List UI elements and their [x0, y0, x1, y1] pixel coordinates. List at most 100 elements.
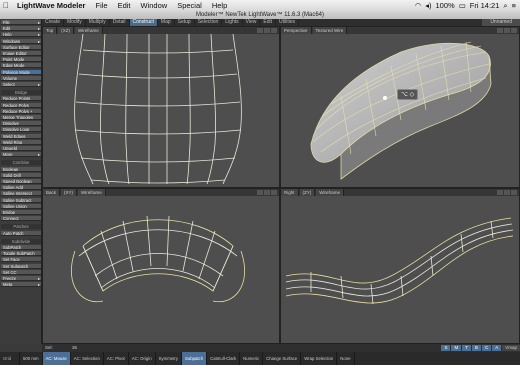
view-select[interactable]: Perspective: [281, 27, 312, 34]
sidebar-button-set-face[interactable]: Set Face: [1, 257, 41, 263]
tab-map[interactable]: Map: [158, 19, 175, 26]
sidebar-button-weld-ring[interactable]: Weld Ring: [1, 139, 41, 145]
move-icon[interactable]: [257, 28, 263, 33]
maximize-icon[interactable]: [271, 190, 277, 195]
sidebar-button-meta[interactable]: Meta: [1, 282, 41, 288]
maximize-icon[interactable]: [511, 28, 517, 33]
view-select[interactable]: Back: [43, 189, 61, 196]
menu-special[interactable]: Special: [172, 1, 207, 10]
tab-lights[interactable]: Lights: [222, 19, 243, 26]
sidebar-button-spline-union[interactable]: Spline Union: [1, 203, 41, 209]
status-toggle-a[interactable]: A: [492, 345, 502, 351]
sidebar-button-spline-intersect[interactable]: Spline Intersect: [1, 191, 41, 197]
status-toggle-t[interactable]: T: [462, 345, 471, 351]
tab-construct[interactable]: Construct: [129, 19, 158, 26]
sidebar-button-auto-patch[interactable]: Auto Patch: [1, 230, 41, 236]
maximize-icon[interactable]: [511, 190, 517, 195]
sidebar-button-reduce-polys[interactable]: Reduce Polys: [1, 102, 41, 108]
bottom-button-subpatch[interactable]: Subpatch: [181, 352, 208, 365]
sidebar-button-edge-mode[interactable]: Edge Mode: [1, 63, 41, 69]
viewport-top[interactable]: Top (XZ) Wireframe: [42, 26, 280, 188]
bottom-button-change-surface[interactable]: Change Surface: [263, 352, 302, 365]
zoom-icon[interactable]: [504, 190, 510, 195]
move-icon[interactable]: [257, 190, 263, 195]
battery-percent[interactable]: 100%: [436, 1, 455, 10]
viewport-right[interactable]: Right (ZY) Wireframe: [280, 188, 520, 344]
sidebar-button-freeze[interactable]: Freeze: [1, 276, 41, 281]
sidebar-button-solid-drill[interactable]: Solid Drill: [1, 172, 41, 178]
sidebar-button-unweld[interactable]: Unweld: [1, 146, 41, 151]
layer-dropdown[interactable]: Unnamed: [482, 19, 520, 26]
sidebar-button-point-mode[interactable]: Point Mode: [1, 57, 41, 63]
menu-app-name[interactable]: LightWave Modeler: [12, 1, 90, 10]
move-icon[interactable]: [497, 190, 503, 195]
sidebar-button-more[interactable]: More: [1, 152, 41, 158]
sidebar-button-windows[interactable]: Windows: [1, 38, 41, 44]
render-mode-select[interactable]: Wireframe: [316, 189, 345, 196]
zoom-icon[interactable]: [264, 190, 270, 195]
search-icon[interactable]: ⌕: [503, 1, 507, 11]
sidebar-button-bridge[interactable]: Bridge: [1, 210, 41, 215]
viewport-back[interactable]: Back (XY) Wireframe: [42, 188, 280, 344]
sidebar-button-subpatch[interactable]: SubPatch: [1, 245, 41, 250]
menu-file[interactable]: File: [90, 1, 112, 10]
volume-icon[interactable]: ◂): [425, 1, 431, 10]
tab-utilities[interactable]: Utilities: [276, 19, 300, 26]
clock[interactable]: Fri 14:21: [470, 1, 500, 10]
tab-detail[interactable]: Detail: [110, 19, 130, 26]
tab-modify[interactable]: Modify: [64, 19, 86, 26]
bottom-button-ac-pivot[interactable]: AC: Pivot: [104, 352, 129, 365]
bottom-button-catmull-clark[interactable]: Catmull-Clark: [207, 352, 241, 365]
sidebar-button-edit[interactable]: Edit: [1, 26, 41, 32]
tab-selection[interactable]: Selection: [195, 19, 223, 26]
menu-edit[interactable]: Edit: [113, 1, 136, 10]
sidebar-button-boolean[interactable]: Boolean: [1, 166, 41, 172]
view-select[interactable]: Top: [43, 27, 58, 34]
render-mode-select[interactable]: Textured Wire: [312, 27, 348, 34]
view-select[interactable]: Right: [281, 189, 299, 196]
sidebar-button-select[interactable]: Select: [1, 82, 41, 87]
sidebar-button-dissolve-loop[interactable]: Dissolve Loop: [1, 127, 41, 133]
sidebar-button-help[interactable]: Help: [1, 32, 41, 38]
status-toggle-vmap[interactable]: Vmap: [502, 345, 520, 351]
sidebar-button-image-editor[interactable]: Image Editor: [1, 51, 41, 56]
tab-setup[interactable]: Setup: [175, 19, 195, 26]
sidebar-button-set-subpatch[interactable]: Set Subpatch: [1, 263, 41, 269]
sidebar-button-file[interactable]: File: [1, 20, 41, 25]
sidebar-button-speed-boolean[interactable]: Speed Boolean: [1, 179, 41, 184]
bottom-button-wrap-selection[interactable]: Wrap Selection: [301, 352, 338, 365]
sidebar-button-reduce-points[interactable]: Reduce Points: [1, 96, 41, 102]
menu-help[interactable]: Help: [207, 1, 232, 10]
zoom-icon[interactable]: [504, 28, 510, 33]
sidebar-button-volume[interactable]: Volume: [1, 75, 41, 81]
status-toggle-b[interactable]: B: [471, 345, 481, 351]
sidebar-button-surface-editor[interactable]: Surface Editor: [1, 44, 41, 50]
render-mode-select[interactable]: Wireframe: [78, 189, 106, 196]
status-toggle-m[interactable]: M: [451, 345, 462, 351]
tab-create[interactable]: Create: [42, 19, 65, 26]
sidebar-button-set-cc[interactable]: Set CC: [1, 269, 41, 275]
tab-multiply[interactable]: Multiply: [86, 19, 110, 26]
render-mode-select[interactable]: Wireframe: [75, 27, 103, 34]
status-toggle-s[interactable]: S: [441, 345, 451, 351]
bottom-button-ac-origin[interactable]: AC: Origin: [129, 352, 156, 365]
sidebar-button-spline-subtract[interactable]: Spline Subtract: [1, 197, 41, 203]
sidebar-button-toggle-subpatch[interactable]: Toggle SubPatch: [1, 251, 41, 257]
tab-view[interactable]: View: [243, 19, 261, 26]
list-icon[interactable]: ≡: [512, 1, 516, 10]
bottom-button-numeric[interactable]: Numeric: [240, 352, 264, 365]
sidebar-button-reduce-polys-[interactable]: Reduce Polys +: [1, 108, 41, 114]
wifi-icon[interactable]: ◠: [415, 1, 422, 10]
viewport-perspective[interactable]: Perspective Textured Wire ⌥ ◇: [280, 26, 520, 188]
bottom-button-symmetry[interactable]: Symmetry: [156, 352, 182, 365]
move-icon[interactable]: [497, 28, 503, 33]
sidebar-button-weld-edges[interactable]: Weld Edges: [1, 133, 41, 139]
status-toggle-c[interactable]: C: [481, 345, 492, 351]
sidebar-button-polygon-mode[interactable]: Polygon Mode: [1, 69, 41, 75]
sidebar-button-dissolve[interactable]: Dissolve: [1, 121, 41, 127]
menu-window[interactable]: Window: [136, 1, 173, 10]
zoom-icon[interactable]: [264, 28, 270, 33]
sidebar-button-merge-triangles[interactable]: Merge Triangles: [1, 115, 41, 120]
bottom-button-none[interactable]: None: [337, 352, 355, 365]
maximize-icon[interactable]: [271, 28, 277, 33]
